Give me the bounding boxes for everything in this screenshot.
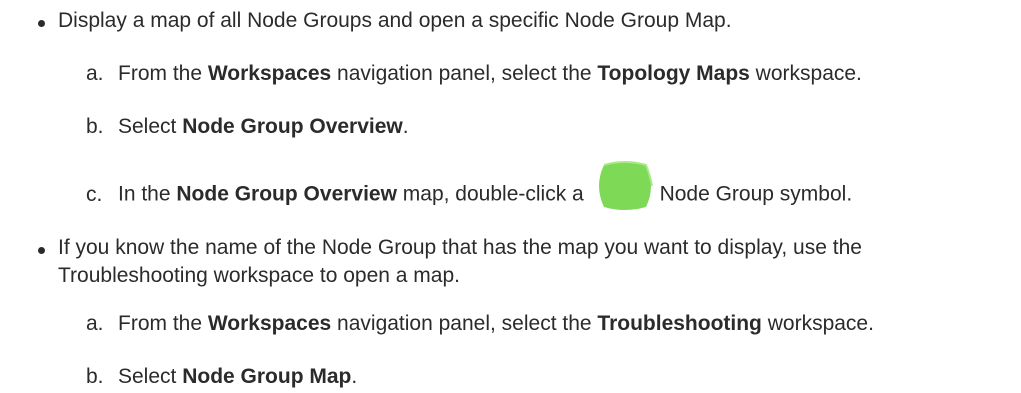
- list-item-continuation: Troubleshooting workspace to open a map.: [58, 263, 460, 289]
- list-item: If you know the name of the Node Group t…: [58, 235, 862, 261]
- step-text: From the: [118, 312, 208, 335]
- ui-term: Troubleshooting: [597, 312, 762, 335]
- ui-term: Node Group Overview: [176, 182, 397, 206]
- node-group-symbol-shape: [598, 162, 651, 210]
- ui-term: Node Group Overview: [182, 115, 403, 138]
- step-text: navigation panel, select the: [331, 62, 598, 85]
- step-text: workspace.: [749, 62, 862, 85]
- step-marker: b.: [86, 115, 104, 138]
- step-item: b. Select Node Group Map.: [86, 364, 357, 390]
- list-item-text: Display a map of all Node Groups and ope…: [58, 9, 732, 32]
- step-item: a. From the Workspaces navigation panel, …: [86, 311, 874, 337]
- step-text: Select: [118, 115, 183, 138]
- list-item: Display a map of all Node Groups and ope…: [58, 8, 732, 34]
- step-item: b. Select Node Group Overview.: [86, 114, 409, 140]
- step-item: c. In the Node Group Overview map, double…: [86, 161, 853, 213]
- document-body: Display a map of all Node Groups and ope…: [0, 0, 1021, 393]
- list-item-text: If you know the name of the Node Group t…: [58, 236, 862, 259]
- step-text: From the: [118, 62, 208, 85]
- step-marker: a.: [86, 312, 104, 335]
- bullet-marker: [38, 20, 45, 27]
- step-text: .: [402, 115, 409, 138]
- step-text: Node Group symbol.: [659, 182, 853, 206]
- step-marker: a.: [86, 62, 104, 85]
- step-marker: c.: [86, 182, 103, 206]
- step-text: Select: [118, 365, 183, 388]
- step-marker: b.: [86, 365, 104, 388]
- step-text: In the: [118, 182, 177, 206]
- step-text: navigation panel, select the: [331, 312, 598, 335]
- step-item: a. From the Workspaces navigation panel, …: [86, 61, 862, 87]
- node-group-symbol-icon: [594, 161, 656, 211]
- list-item-text: Troubleshooting workspace to open a map.: [58, 264, 460, 287]
- ui-term: Topology Maps: [597, 62, 750, 85]
- ui-term: Workspaces: [207, 62, 332, 85]
- ui-term: Workspaces: [207, 312, 332, 335]
- bullet-marker: [38, 247, 45, 254]
- ui-term: Node Group Map: [182, 365, 352, 388]
- step-text: workspace.: [761, 312, 874, 335]
- step-text: .: [351, 365, 358, 388]
- step-text: map, double-click a: [396, 182, 584, 206]
